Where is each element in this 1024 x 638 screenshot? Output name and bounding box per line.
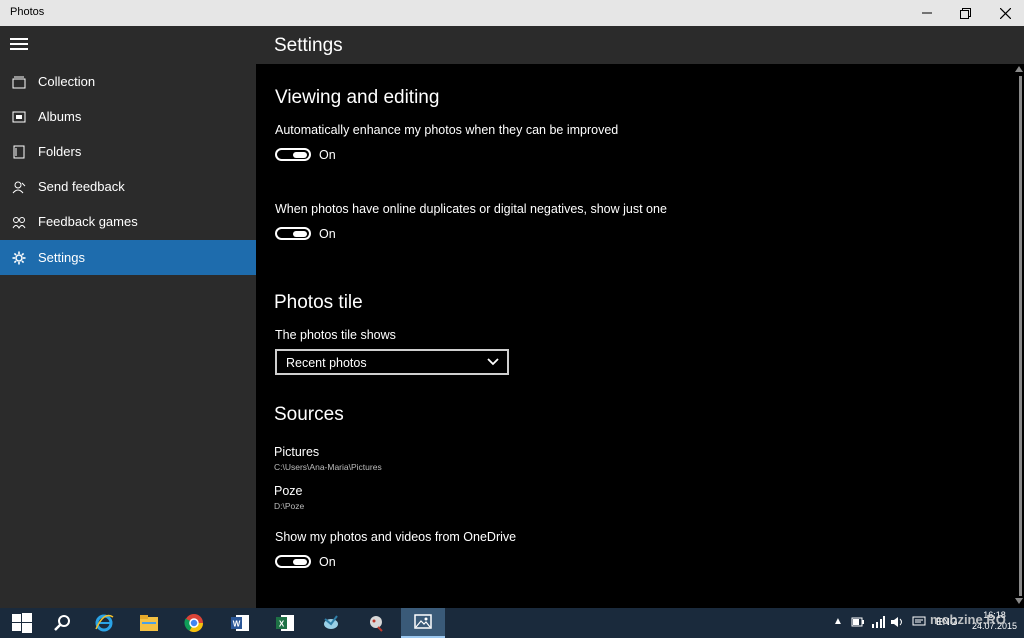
source-name[interactable]: Poze [274, 484, 303, 498]
section-heading-sources: Sources [274, 404, 344, 425]
taskbar-app-feedback[interactable] [354, 608, 398, 638]
taskbar-word[interactable]: W [218, 608, 262, 638]
onedrive-label: Show my photos and videos from OneDrive [275, 530, 517, 544]
scroll-down-icon[interactable] [1015, 598, 1023, 604]
page-header: Settings [256, 26, 1024, 64]
folder-icon [12, 145, 26, 159]
watermark: mobzine.RO [930, 612, 1006, 627]
close-button[interactable] [986, 0, 1024, 26]
taskbar-photos[interactable] [401, 608, 445, 638]
network-icon[interactable] [871, 616, 885, 628]
show-hidden-icons-icon[interactable]: ▲ [833, 616, 843, 627]
taskbar-chrome[interactable] [172, 608, 216, 638]
chrome-icon [184, 614, 203, 633]
svg-text:W: W [233, 620, 241, 629]
notification-icon[interactable] [912, 616, 926, 628]
tile-label: The photos tile shows [275, 328, 396, 342]
sidebar-item-label: Folders [38, 144, 82, 159]
source-path: C:\Users\Ana-Maria\Pictures [274, 462, 382, 472]
feedback-icon [12, 180, 26, 194]
section-heading-viewing: Viewing and editing [275, 87, 440, 108]
sidebar-item-label: Feedback games [38, 214, 138, 229]
volume-icon[interactable] [890, 616, 904, 628]
collection-icon [12, 75, 26, 89]
start-button[interactable] [0, 608, 44, 638]
window-title: Photos [10, 6, 45, 18]
folder-icon [140, 615, 158, 631]
taskbar: W X ▲ ENG 16:18 24.07.2015 [0, 608, 1024, 638]
restore-button[interactable] [946, 0, 984, 26]
sidebar-item-label: Send feedback [38, 179, 125, 194]
duplicates-label: When photos have online duplicates or di… [275, 202, 667, 216]
search-icon [54, 615, 70, 631]
taskbar-internet-explorer[interactable] [82, 608, 126, 638]
sidebar-item-settings[interactable]: Settings [0, 240, 256, 275]
sidebar-item-send-feedback[interactable]: Send feedback [0, 169, 256, 204]
enhance-toggle-state: On [319, 148, 336, 162]
word-icon: W [231, 615, 249, 631]
sidebar-item-label: Settings [38, 250, 85, 265]
close-icon [999, 7, 1011, 19]
scroll-up-icon[interactable] [1015, 66, 1023, 72]
sidebar-item-albums[interactable]: Albums [0, 99, 256, 134]
enhance-toggle[interactable] [275, 148, 311, 161]
scrollbar-thumb[interactable] [1019, 76, 1022, 596]
sidebar-item-folders[interactable]: Folders [0, 134, 256, 169]
svg-text:X: X [279, 620, 285, 629]
onedrive-toggle-state: On [319, 555, 336, 569]
taskbar-file-explorer[interactable] [127, 608, 171, 638]
album-icon [12, 110, 26, 124]
tile-dropdown-value: Recent photos [286, 356, 367, 370]
restore-icon [959, 7, 971, 19]
duplicates-toggle[interactable] [275, 227, 311, 240]
feedback-app-icon [370, 616, 383, 632]
windows-logo-icon [12, 613, 32, 633]
source-name[interactable]: Pictures [274, 445, 319, 459]
sidebar-item-collection[interactable]: Collection [0, 64, 256, 99]
enhance-label: Automatically enhance my photos when the… [275, 123, 619, 137]
duplicates-toggle-state: On [319, 227, 336, 241]
taskbar-app-bird[interactable] [309, 608, 353, 638]
taskbar-excel[interactable]: X [263, 608, 307, 638]
bird-app-icon [324, 615, 338, 629]
sidebar-item-label: Collection [38, 74, 96, 89]
minimize-button[interactable] [908, 0, 946, 26]
battery-icon[interactable] [851, 616, 865, 628]
internet-explorer-icon [95, 614, 114, 632]
gear-icon [12, 251, 26, 265]
chevron-down-icon [487, 358, 499, 366]
section-heading-photos-tile: Photos tile [274, 292, 363, 313]
navigation-pane: Collection Albums Folders Send feedback … [0, 26, 256, 608]
search-button[interactable] [40, 608, 84, 638]
tile-dropdown[interactable]: Recent photos [275, 349, 509, 375]
onedrive-toggle[interactable] [275, 555, 311, 568]
hamburger-menu-icon[interactable] [10, 38, 30, 52]
sidebar-item-feedback-games[interactable]: Feedback games [0, 204, 256, 239]
source-path: D:\Poze [274, 501, 305, 511]
photos-icon [414, 614, 432, 629]
title-bar: Photos [0, 0, 1024, 26]
minimize-icon [922, 12, 932, 14]
page-title: Settings [274, 35, 343, 56]
sidebar-item-label: Albums [38, 109, 82, 124]
games-icon [12, 215, 26, 229]
excel-icon: X [276, 615, 294, 631]
